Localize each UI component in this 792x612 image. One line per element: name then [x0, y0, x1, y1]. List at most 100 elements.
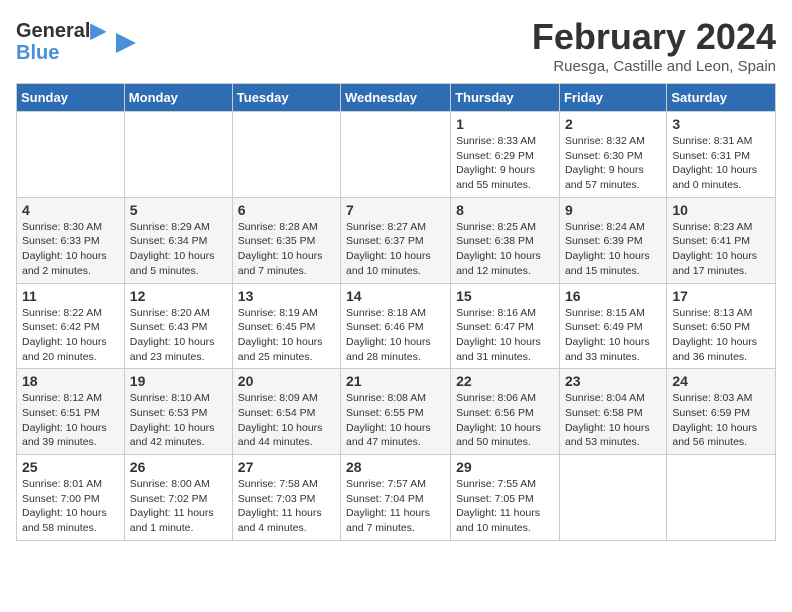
- day-info: Sunrise: 8:01 AM Sunset: 7:00 PM Dayligh…: [22, 477, 119, 536]
- day-info: Sunrise: 8:03 AM Sunset: 6:59 PM Dayligh…: [672, 391, 770, 450]
- day-number: 6: [238, 202, 335, 218]
- table-row: 25Sunrise: 8:01 AM Sunset: 7:00 PM Dayli…: [17, 455, 125, 541]
- col-monday: Monday: [124, 84, 232, 112]
- day-number: 14: [346, 288, 445, 304]
- day-info: Sunrise: 8:22 AM Sunset: 6:42 PM Dayligh…: [22, 306, 119, 365]
- table-row: 19Sunrise: 8:10 AM Sunset: 6:53 PM Dayli…: [124, 369, 232, 455]
- table-row: [559, 455, 666, 541]
- day-info: Sunrise: 8:04 AM Sunset: 6:58 PM Dayligh…: [565, 391, 661, 450]
- day-number: 4: [22, 202, 119, 218]
- day-info: Sunrise: 8:33 AM Sunset: 6:29 PM Dayligh…: [456, 134, 554, 193]
- day-info: Sunrise: 7:58 AM Sunset: 7:03 PM Dayligh…: [238, 477, 335, 536]
- table-row: 5 Sunrise: 8:29 AM Sunset: 6:34 PM Daylig…: [124, 197, 232, 283]
- table-row: 12 Sunrise: 8:20 AM Sunset: 6:43 PM Dayli…: [124, 283, 232, 369]
- table-row: 7 Sunrise: 8:27 AM Sunset: 6:37 PM Daylig…: [341, 197, 451, 283]
- day-info: Sunrise: 8:18 AM Sunset: 6:46 PM Dayligh…: [346, 306, 445, 365]
- table-row: 6 Sunrise: 8:28 AM Sunset: 6:35 PM Daylig…: [232, 197, 340, 283]
- col-sunday: Sunday: [17, 84, 125, 112]
- table-row: 11 Sunrise: 8:22 AM Sunset: 6:42 PM Dayli…: [17, 283, 125, 369]
- day-number: 8: [456, 202, 554, 218]
- col-wednesday: Wednesday: [341, 84, 451, 112]
- table-row: 4 Sunrise: 8:30 AM Sunset: 6:33 PM Daylig…: [17, 197, 125, 283]
- table-row: 14 Sunrise: 8:18 AM Sunset: 6:46 PM Dayli…: [341, 283, 451, 369]
- title-area: February 2024 Ruesga, Castille and Leon,…: [532, 16, 776, 75]
- table-row: 18 Sunrise: 8:12 AM Sunset: 6:51 PM Dayli…: [17, 369, 125, 455]
- day-number: 12: [130, 288, 227, 304]
- table-row: 23Sunrise: 8:04 AM Sunset: 6:58 PM Dayli…: [559, 369, 666, 455]
- day-number: 26: [130, 459, 227, 475]
- table-row: 17 Sunrise: 8:13 AM Sunset: 6:50 PM Dayli…: [667, 283, 776, 369]
- table-row: 13Sunrise: 8:19 AM Sunset: 6:45 PM Dayli…: [232, 283, 340, 369]
- day-info: Sunrise: 8:10 AM Sunset: 6:53 PM Dayligh…: [130, 391, 227, 450]
- day-number: 16: [565, 288, 661, 304]
- day-info: Sunrise: 8:12 AM Sunset: 6:51 PM Dayligh…: [22, 391, 119, 450]
- day-number: 20: [238, 373, 335, 389]
- day-info: Sunrise: 8:06 AM Sunset: 6:56 PM Dayligh…: [456, 391, 554, 450]
- table-row: 28Sunrise: 7:57 AM Sunset: 7:04 PM Dayli…: [341, 455, 451, 541]
- calendar-week-row: 4 Sunrise: 8:30 AM Sunset: 6:33 PM Daylig…: [17, 197, 776, 283]
- day-info: Sunrise: 8:20 AM Sunset: 6:43 PM Dayligh…: [130, 306, 227, 365]
- day-info: Sunrise: 8:27 AM Sunset: 6:37 PM Dayligh…: [346, 220, 445, 279]
- logo-icon: [108, 29, 138, 57]
- calendar-header-row: Sunday Monday Tuesday Wednesday Thursday…: [17, 84, 776, 112]
- day-number: 15: [456, 288, 554, 304]
- calendar-week-row: 18 Sunrise: 8:12 AM Sunset: 6:51 PM Dayli…: [17, 369, 776, 455]
- day-number: 3: [672, 116, 770, 132]
- calendar-title: February 2024: [532, 16, 776, 58]
- table-row: 2 Sunrise: 8:32 AM Sunset: 6:30 PM Daylig…: [559, 112, 666, 198]
- day-number: 18: [22, 373, 119, 389]
- table-row: [667, 455, 776, 541]
- day-number: 11: [22, 288, 119, 304]
- calendar-week-row: 1 Sunrise: 8:33 AM Sunset: 6:29 PM Daylig…: [17, 112, 776, 198]
- day-number: 2: [565, 116, 661, 132]
- calendar-subtitle: Ruesga, Castille and Leon, Spain: [532, 58, 776, 75]
- day-info: Sunrise: 8:08 AM Sunset: 6:55 PM Dayligh…: [346, 391, 445, 450]
- table-row: 8 Sunrise: 8:25 AM Sunset: 6:38 PM Daylig…: [451, 197, 560, 283]
- table-row: 29 Sunrise: 7:55 AM Sunset: 7:05 PM Dayli…: [451, 455, 560, 541]
- table-row: [17, 112, 125, 198]
- calendar-table: Sunday Monday Tuesday Wednesday Thursday…: [16, 83, 776, 541]
- table-row: 26 Sunrise: 8:00 AM Sunset: 7:02 PM Dayli…: [124, 455, 232, 541]
- day-info: Sunrise: 7:55 AM Sunset: 7:05 PM Dayligh…: [456, 477, 554, 536]
- table-row: [341, 112, 451, 198]
- day-number: 5: [130, 202, 227, 218]
- table-row: 16 Sunrise: 8:15 AM Sunset: 6:49 PM Dayli…: [559, 283, 666, 369]
- day-info: Sunrise: 8:24 AM Sunset: 6:39 PM Dayligh…: [565, 220, 661, 279]
- table-row: 24Sunrise: 8:03 AM Sunset: 6:59 PM Dayli…: [667, 369, 776, 455]
- day-number: 13: [238, 288, 335, 304]
- day-number: 17: [672, 288, 770, 304]
- day-number: 7: [346, 202, 445, 218]
- day-info: Sunrise: 8:16 AM Sunset: 6:47 PM Dayligh…: [456, 306, 554, 365]
- table-row: 27Sunrise: 7:58 AM Sunset: 7:03 PM Dayli…: [232, 455, 340, 541]
- day-info: Sunrise: 8:15 AM Sunset: 6:49 PM Dayligh…: [565, 306, 661, 365]
- day-info: Sunrise: 8:00 AM Sunset: 7:02 PM Dayligh…: [130, 477, 227, 536]
- day-info: Sunrise: 8:09 AM Sunset: 6:54 PM Dayligh…: [238, 391, 335, 450]
- day-number: 1: [456, 116, 554, 132]
- day-info: Sunrise: 8:28 AM Sunset: 6:35 PM Dayligh…: [238, 220, 335, 279]
- col-tuesday: Tuesday: [232, 84, 340, 112]
- day-info: Sunrise: 8:32 AM Sunset: 6:30 PM Dayligh…: [565, 134, 661, 193]
- day-info: Sunrise: 8:13 AM Sunset: 6:50 PM Dayligh…: [672, 306, 770, 365]
- day-info: Sunrise: 8:29 AM Sunset: 6:34 PM Dayligh…: [130, 220, 227, 279]
- table-row: 15 Sunrise: 8:16 AM Sunset: 6:47 PM Dayli…: [451, 283, 560, 369]
- col-saturday: Saturday: [667, 84, 776, 112]
- calendar-week-row: 11 Sunrise: 8:22 AM Sunset: 6:42 PM Dayli…: [17, 283, 776, 369]
- col-thursday: Thursday: [451, 84, 560, 112]
- table-row: 9 Sunrise: 8:24 AM Sunset: 6:39 PM Daylig…: [559, 197, 666, 283]
- day-info: Sunrise: 8:30 AM Sunset: 6:33 PM Dayligh…: [22, 220, 119, 279]
- table-row: 1 Sunrise: 8:33 AM Sunset: 6:29 PM Daylig…: [451, 112, 560, 198]
- calendar-week-row: 25Sunrise: 8:01 AM Sunset: 7:00 PM Dayli…: [17, 455, 776, 541]
- col-friday: Friday: [559, 84, 666, 112]
- logo: General▶ Blue: [16, 20, 138, 64]
- table-row: 20 Sunrise: 8:09 AM Sunset: 6:54 PM Dayli…: [232, 369, 340, 455]
- table-row: 21Sunrise: 8:08 AM Sunset: 6:55 PM Dayli…: [341, 369, 451, 455]
- day-info: Sunrise: 8:25 AM Sunset: 6:38 PM Dayligh…: [456, 220, 554, 279]
- day-number: 28: [346, 459, 445, 475]
- table-row: 3Sunrise: 8:31 AM Sunset: 6:31 PM Daylig…: [667, 112, 776, 198]
- logo-text: General▶: [16, 20, 106, 42]
- day-number: 29: [456, 459, 554, 475]
- day-number: 9: [565, 202, 661, 218]
- table-row: 22 Sunrise: 8:06 AM Sunset: 6:56 PM Dayli…: [451, 369, 560, 455]
- day-number: 22: [456, 373, 554, 389]
- table-row: [232, 112, 340, 198]
